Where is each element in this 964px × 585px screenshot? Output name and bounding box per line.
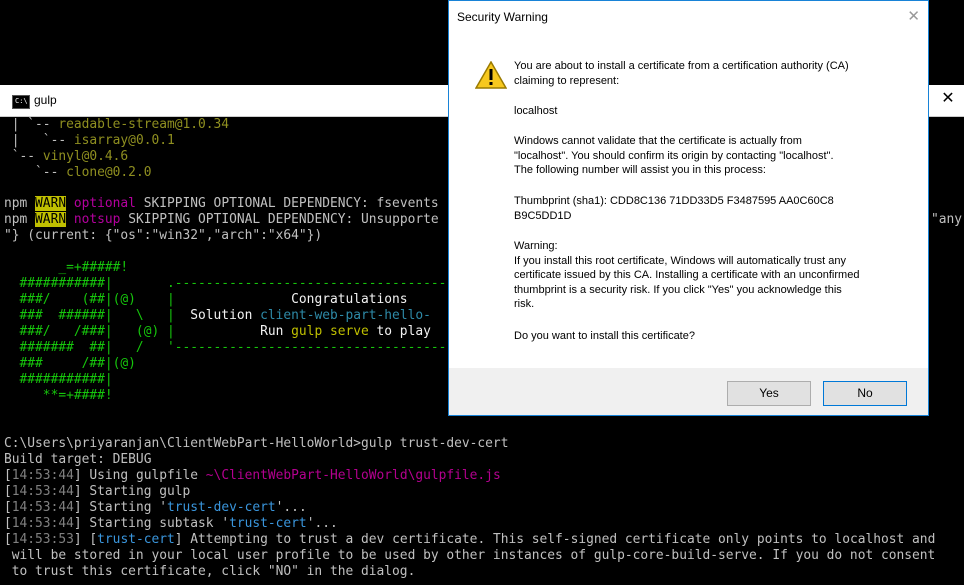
dialog-footer: Yes No xyxy=(449,368,928,415)
dialog-message-intro: You are about to install a certificate f… xyxy=(514,60,849,87)
ascii-line: **=+####! xyxy=(4,388,113,403)
warning-triangle-icon xyxy=(475,61,507,89)
console-app-icon: C:\ xyxy=(12,95,30,109)
console-line: will be stored in your local user profil… xyxy=(4,548,936,563)
console-close-icon[interactable]: ✕ xyxy=(936,89,960,109)
ascii-line: ### /##|(@) xyxy=(4,356,136,371)
warn-badge: WARN xyxy=(35,212,67,227)
dialog-validation-text: Windows cannot validate that the certifi… xyxy=(514,135,834,177)
console-line: `-- vinyl@0.4.6 xyxy=(4,149,129,164)
no-button[interactable]: No xyxy=(823,381,907,406)
ascii-line: _=+#####! xyxy=(4,260,129,275)
dialog-thumbprint: Thumbprint (sha1): CDD8C136 71DD33D5 F34… xyxy=(514,195,834,222)
console-line: | `-- isarray@0.0.1 xyxy=(4,133,175,148)
security-warning-dialog: Security Warning ✕ You are about to inst… xyxy=(448,0,929,416)
dialog-warning-text: Warning: If you install this root certif… xyxy=(514,240,860,311)
dialog-body: You are about to install a certificate f… xyxy=(449,33,928,368)
console-line: `-- clone@0.2.0 xyxy=(4,165,152,180)
ascii-line: ###/ /###| (@) | Run gulp serve to play xyxy=(4,324,431,339)
warn-badge: WARN xyxy=(35,196,67,211)
ascii-line: ####### ##| / '-------------------------… xyxy=(4,340,447,355)
console-line: [14:53:53] [trust-cert] Attempting to tr… xyxy=(4,532,936,547)
dialog-ca-name: localhost xyxy=(514,105,558,117)
yes-button[interactable]: Yes xyxy=(727,381,811,406)
console-line: [14:53:44] Starting subtask 'trust-cert'… xyxy=(4,516,338,531)
dialog-title: Security Warning xyxy=(457,10,548,24)
console-line: "} (current: {"os":"win32","arch":"x64"}… xyxy=(4,228,323,243)
console-line: npm WARN notsup SKIPPING OPTIONAL DEPEND… xyxy=(4,212,439,227)
console-line: | `-- readable-stream@1.0.34 xyxy=(4,117,230,132)
console-line: [14:53:44] Starting gulp xyxy=(4,484,191,499)
ascii-line: ###########| .--------------------------… xyxy=(4,276,447,291)
ascii-line: ###########| xyxy=(4,372,113,387)
console-line: to trust this certificate, click "NO" in… xyxy=(4,564,416,579)
ascii-line: ### ######| \ | Solution client-web-part… xyxy=(4,308,431,323)
console-line-tail: "any xyxy=(931,212,963,227)
console-line: [14:53:44] Using gulpfile ~\ClientWebPar… xyxy=(4,468,501,483)
console-line: [14:53:44] Starting 'trust-dev-cert'... xyxy=(4,500,307,515)
ascii-line: ###/ (##|(@) | Congratulations xyxy=(4,292,408,307)
console-title: gulp xyxy=(34,93,57,107)
console-line: npm WARN optional SKIPPING OPTIONAL DEPE… xyxy=(4,196,439,211)
dialog-close-icon[interactable]: ✕ xyxy=(907,7,920,25)
console-line: Build target: DEBUG xyxy=(4,452,152,467)
dialog-question: Do you want to install this certificate? xyxy=(514,330,695,342)
console-prompt: C:\Users\priyaranjan\ClientWebPart-Hello… xyxy=(4,436,509,451)
